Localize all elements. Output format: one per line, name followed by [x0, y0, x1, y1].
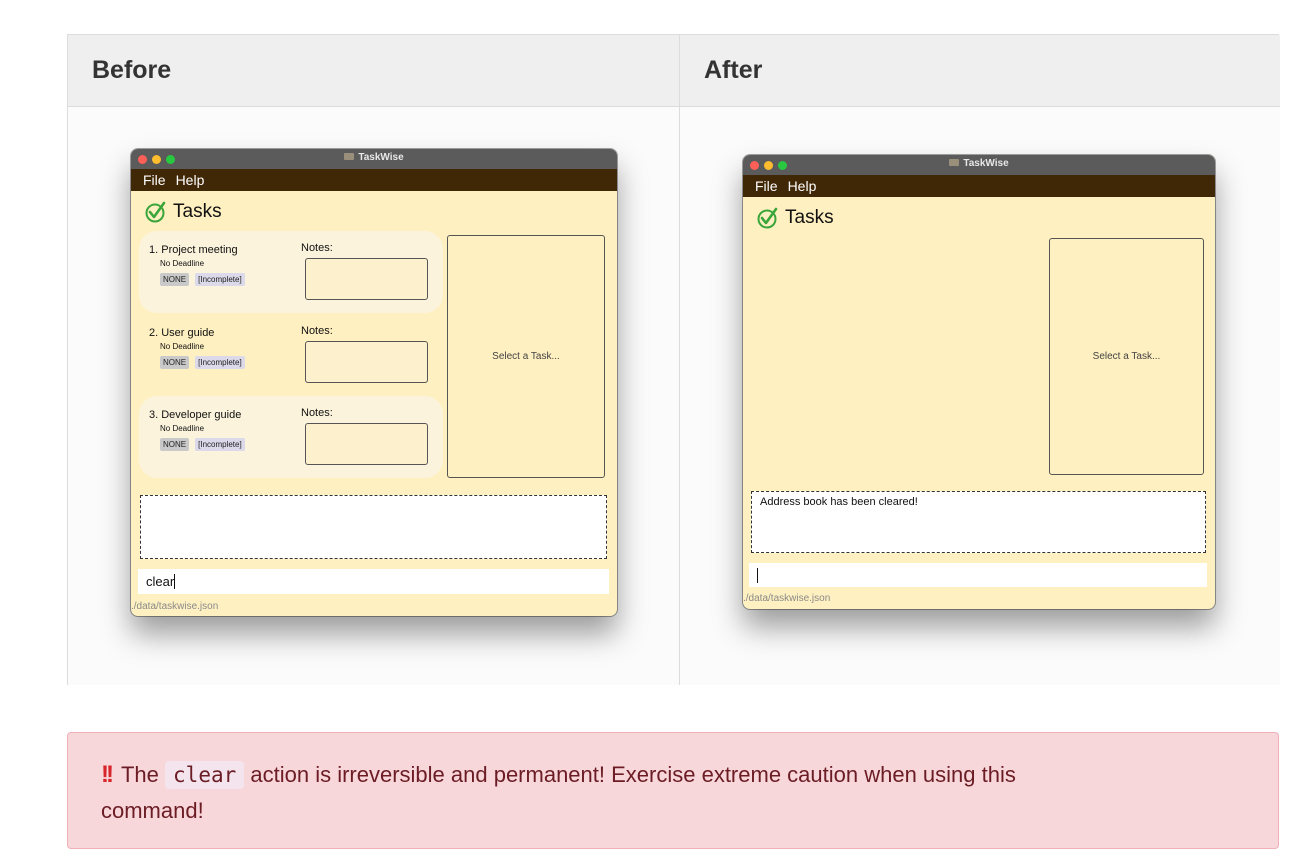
menu-file[interactable]: File — [755, 178, 778, 194]
menu-file[interactable]: File — [143, 172, 166, 188]
main-content: Tasks 1. Project meeting No Deadline NON… — [131, 191, 617, 616]
main-content: Tasks Select a Task... Address book has … — [743, 197, 1215, 609]
menu-bar: File Help — [743, 175, 1215, 197]
status-bar-path: ./data/taskwise.json — [131, 601, 219, 612]
task-detail-panel: Select a Task... — [447, 235, 605, 478]
alert-prefix: The — [120, 762, 159, 787]
tasks-heading: Tasks — [173, 201, 222, 222]
priority-tag: NONE — [160, 273, 190, 286]
before-header: Before — [68, 35, 680, 107]
text-caret — [174, 574, 176, 589]
tasks-heading: Tasks — [785, 207, 834, 228]
detail-placeholder: Select a Task... — [1092, 351, 1161, 362]
task-deadline: No Deadline — [160, 342, 205, 351]
after-app-window: TaskWise File Help Tasks Select a Task..… — [743, 155, 1215, 609]
menu-help[interactable]: Help — [176, 172, 205, 188]
task-detail-panel: Select a Task... — [1049, 238, 1204, 475]
checkmark-icon — [145, 201, 166, 223]
alert-code: clear — [165, 761, 245, 789]
notes-label: Notes: — [301, 407, 333, 419]
notes-field[interactable] — [305, 341, 428, 383]
task-name: 3. Developer guide — [149, 409, 242, 421]
task-card[interactable]: 1. Project meeting No Deadline NONE [Inc… — [139, 231, 443, 313]
detail-placeholder: Select a Task... — [492, 351, 560, 362]
status-tag: [Incomplete] — [195, 273, 245, 286]
status-tag: [Incomplete] — [195, 356, 245, 369]
before-app-window: TaskWise File Help Tasks 1. Project meet… — [131, 149, 617, 616]
before-cell: TaskWise File Help Tasks 1. Project meet… — [68, 107, 680, 685]
comparison-table: Before After TaskWise File Help Tasks 1.… — [67, 34, 1280, 685]
status-bar-path: ./data/taskwise.json — [743, 593, 831, 604]
after-header: After — [680, 35, 1280, 107]
task-deadline: No Deadline — [160, 259, 205, 268]
menu-help[interactable]: Help — [788, 178, 817, 194]
task-name: 2. User guide — [149, 327, 215, 339]
command-input[interactable]: clear — [138, 569, 609, 594]
command-text: clear — [146, 574, 175, 589]
task-card[interactable]: 3. Developer guide No Deadline NONE [Inc… — [139, 396, 443, 478]
notes-field[interactable] — [305, 423, 428, 465]
alert-line1: action is irreversible and permanent! Ex… — [250, 762, 1016, 787]
priority-tag: NONE — [160, 356, 190, 369]
window-title: TaskWise — [358, 152, 404, 163]
warning-alert: !! The clear action is irreversible and p… — [67, 732, 1279, 849]
double-exclamation-icon: !! — [101, 761, 114, 788]
notes-label: Notes: — [301, 325, 333, 337]
checkmark-icon — [757, 207, 778, 229]
task-name: 1. Project meeting — [149, 244, 238, 256]
title-bar[interactable]: TaskWise — [131, 149, 617, 169]
app-icon — [949, 159, 960, 166]
app-icon — [344, 153, 355, 160]
window-title: TaskWise — [963, 158, 1009, 169]
menu-bar: File Help — [131, 169, 617, 191]
task-deadline: No Deadline — [160, 424, 205, 433]
result-display — [140, 495, 607, 559]
result-display: Address book has been cleared! — [751, 491, 1206, 553]
text-caret — [757, 568, 758, 583]
priority-tag: NONE — [160, 438, 190, 451]
after-cell: TaskWise File Help Tasks Select a Task..… — [680, 107, 1280, 685]
task-card[interactable]: 2. User guide No Deadline NONE [Incomple… — [139, 314, 443, 396]
notes-label: Notes: — [301, 242, 333, 254]
title-bar[interactable]: TaskWise — [743, 155, 1215, 175]
status-tag: [Incomplete] — [195, 438, 245, 451]
command-input[interactable] — [749, 563, 1207, 587]
alert-line2: command! — [101, 798, 204, 823]
notes-field[interactable] — [305, 258, 428, 300]
